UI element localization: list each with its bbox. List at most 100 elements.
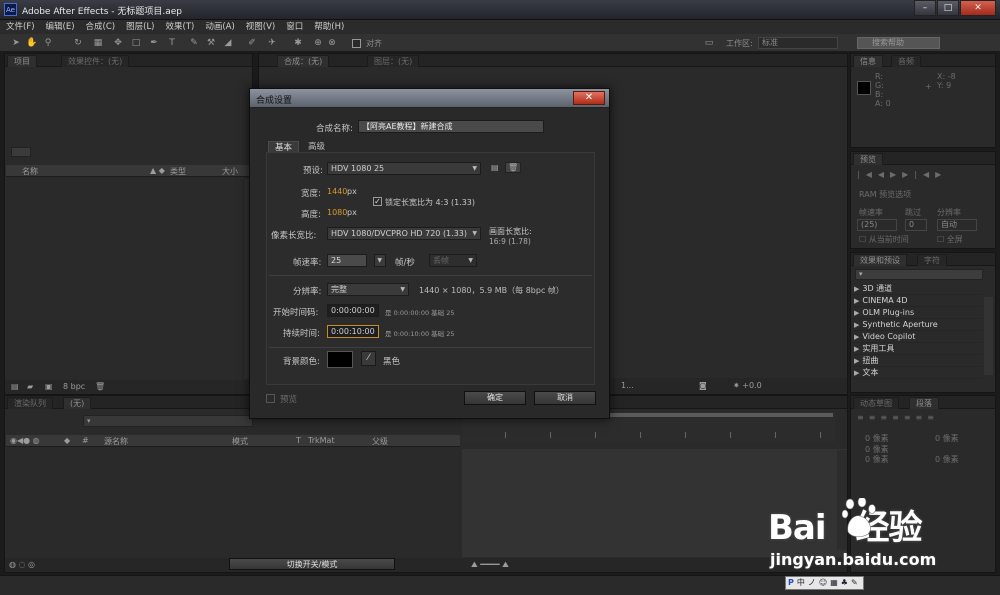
effects-category[interactable]: ▶ 3D 通道	[852, 283, 982, 295]
axis-icon[interactable]: ⊕	[312, 37, 324, 49]
menu-file[interactable]: 文件(F)	[6, 20, 35, 34]
eraser-tool-icon[interactable]: ◢	[222, 37, 234, 49]
column-parent[interactable]: 父级	[372, 436, 388, 447]
ok-button[interactable]: 确定	[464, 391, 526, 405]
camera-tool-icon[interactable]: ▦	[92, 37, 104, 49]
new-folder-icon[interactable]: ▰	[27, 382, 33, 391]
preset-select[interactable]: HDV 1080 25	[327, 162, 481, 175]
zoom-slider[interactable]: ⛰ ━━━━ ⛰	[471, 560, 509, 570]
column-size[interactable]: 大小	[222, 166, 238, 177]
tab-project[interactable]: 项目	[7, 55, 37, 67]
space-after[interactable]: 0 像素	[935, 454, 959, 465]
ime-logo-icon[interactable]: P	[788, 577, 794, 589]
bg-color-swatch[interactable]	[327, 351, 353, 368]
column-source-name[interactable]: 源名称	[104, 436, 128, 447]
effects-category[interactable]: ▶ Synthetic Aperture	[852, 319, 982, 331]
fps-dropdown[interactable]	[374, 254, 386, 267]
cancel-button[interactable]: 取消	[534, 391, 596, 405]
indent-left[interactable]: 0 像素	[865, 433, 889, 444]
ram-preview-options[interactable]: RAM 预览选项	[859, 189, 911, 200]
help-search-input[interactable]: 搜索帮助	[857, 37, 940, 49]
ime-mode-chinese[interactable]: 中	[797, 577, 805, 589]
preview-checkbox[interactable]	[266, 394, 275, 403]
effects-category[interactable]: ▶ CINEMA 4D	[852, 295, 982, 307]
delete-preset-icon[interactable]: 🗑	[505, 162, 522, 173]
effects-scrollbar[interactable]	[984, 297, 993, 375]
lock-aspect-checkbox[interactable]: ✓	[373, 197, 382, 206]
effects-category[interactable]: ▶ OLM Plug-ins	[852, 307, 982, 319]
puppet-pin-icon[interactable]: ✱	[292, 37, 304, 49]
width-value[interactable]: 1440	[327, 187, 347, 196]
eyedropper-icon[interactable]: ⁄	[361, 351, 376, 366]
indent-right[interactable]: 0 像素	[935, 433, 959, 444]
fps-input[interactable]: 25	[327, 254, 367, 267]
align-checkbox[interactable]	[352, 39, 361, 48]
menu-view[interactable]: 视图(V)	[246, 20, 275, 34]
project-dropdown[interactable]	[11, 147, 31, 157]
effects-search-input[interactable]: ▾	[855, 269, 983, 280]
trash-icon[interactable]: 🗑	[95, 382, 105, 391]
tab-effects-presets[interactable]: 效果和预设	[853, 254, 907, 266]
column-trkmat[interactable]: TrkMat	[308, 436, 335, 445]
tab-preview[interactable]: 预览	[853, 153, 883, 165]
dialog-close-button[interactable]: ✕	[573, 91, 605, 105]
hand-tool-icon[interactable]: ✋	[26, 37, 38, 49]
menu-effect[interactable]: 效果(T)	[166, 20, 195, 34]
tab-paragraph[interactable]: 段落	[909, 397, 939, 409]
tab-audio[interactable]: 音频	[891, 55, 921, 67]
skip-select[interactable]: 0	[905, 219, 927, 231]
puppet-tool-icon[interactable]: ✈	[266, 37, 278, 49]
tab-render-queue[interactable]: 渲染队列	[7, 397, 53, 409]
menu-edit[interactable]: 编辑(E)	[46, 20, 75, 34]
ime-emoji-icon[interactable]: ☺	[819, 577, 827, 589]
toggle-switches-modes-button[interactable]: 切换开关/模式	[229, 558, 395, 570]
height-value[interactable]: 1080	[327, 208, 347, 217]
menu-help[interactable]: 帮助(H)	[314, 20, 344, 34]
column-type[interactable]: 类型	[170, 166, 186, 177]
brush-tool-icon[interactable]: ✎	[188, 37, 200, 49]
effects-category[interactable]: ▶ 实用工具	[852, 343, 982, 355]
comp-name-input[interactable]: 【阿亮AE教程】新建合成	[358, 120, 544, 133]
menu-window[interactable]: 窗口	[286, 20, 303, 34]
snapshot-icon[interactable]: ◙	[699, 381, 707, 390]
av-switches-icon[interactable]: ◉◀● ◍	[10, 436, 40, 445]
frame-rate-select[interactable]: (25)	[857, 219, 897, 231]
tab-character[interactable]: 字符	[917, 254, 947, 266]
close-window-button[interactable]: ✕	[960, 0, 996, 16]
rotate-tool-icon[interactable]: ↻	[72, 37, 84, 49]
pan-behind-tool-icon[interactable]: ✥	[112, 37, 124, 49]
tab-effect-controls[interactable]: 效果控件：(无)	[61, 55, 130, 67]
from-current-time-checkbox[interactable]: ☐ 从当前时间	[859, 234, 909, 245]
type-tool-icon[interactable]: T	[166, 37, 178, 49]
menu-animation[interactable]: 动画(A)	[205, 20, 234, 34]
selection-tool-icon[interactable]: ➤	[10, 37, 22, 49]
timeline-footer-icons[interactable]: ◍ ◌ ◎	[9, 560, 35, 569]
axis-mode-icon[interactable]: ⊗	[326, 37, 338, 49]
drop-frame-select[interactable]: 丢帧	[429, 254, 477, 267]
playback-controls-icon[interactable]: |◀◀▶▶|◀▶	[857, 170, 947, 179]
tab-motion-sketch[interactable]: 动态草图	[853, 397, 899, 409]
duration-input[interactable]: 0:00:10:00	[327, 325, 379, 338]
effects-category[interactable]: ▶ 扭曲	[852, 355, 982, 367]
resolution-select[interactable]: 完整	[327, 283, 409, 296]
ime-keyboard-icon[interactable]: ▦	[830, 577, 838, 589]
tab-info[interactable]: 信息	[853, 55, 883, 67]
tab-composition[interactable]: 合成：(无)	[277, 55, 330, 67]
clone-tool-icon[interactable]: ⚒	[205, 37, 217, 49]
column-mode[interactable]: 模式	[232, 436, 248, 447]
effects-category[interactable]: ▶ Video Copilot	[852, 331, 982, 343]
effects-category[interactable]: ▶ 文本	[852, 367, 982, 379]
tab-timeline-none[interactable]: (无)	[63, 397, 92, 409]
bpc-label[interactable]: 8 bpc	[63, 382, 85, 391]
fullscreen-checkbox[interactable]: ☐ 全屏	[937, 234, 963, 245]
timecode-field[interactable]: ▾	[83, 415, 253, 427]
roto-brush-tool-icon[interactable]: ✐	[246, 37, 258, 49]
ime-skin-icon[interactable]: ♣	[841, 577, 848, 589]
align-buttons-icon[interactable]: ≡≡≡≡≡≡≡	[857, 413, 939, 422]
column-name[interactable]: 名称	[22, 166, 38, 177]
new-comp-icon[interactable]: ▣	[45, 382, 53, 391]
minimize-button[interactable]: –	[914, 0, 936, 16]
start-timecode-input[interactable]: 0:00:00:00	[327, 304, 379, 317]
workspace-select[interactable]: 标准	[758, 37, 838, 49]
menu-layer[interactable]: 图层(L)	[126, 20, 154, 34]
